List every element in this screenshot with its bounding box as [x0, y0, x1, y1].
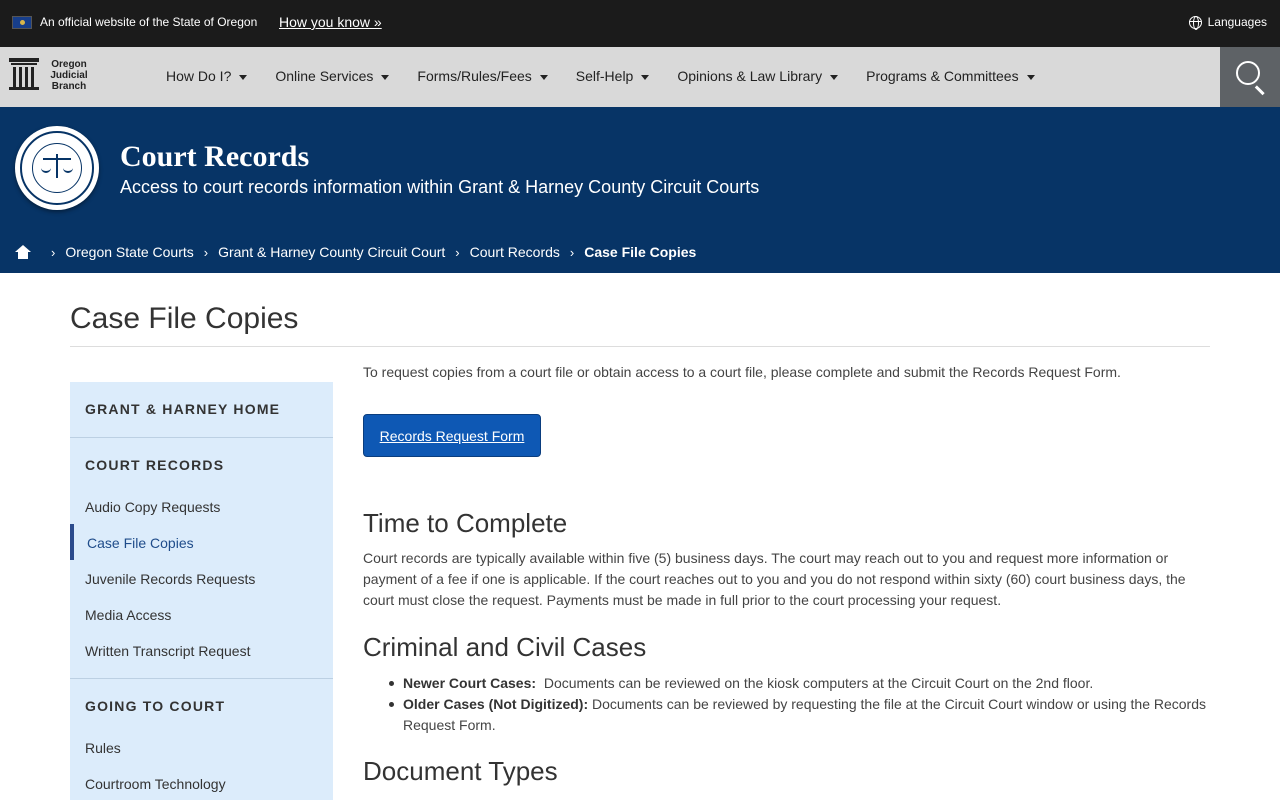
intro-text: To request copies from a court file or o…: [363, 364, 1121, 380]
scales-of-justice-icon: [41, 154, 73, 180]
divider: [70, 346, 1210, 347]
page-title: Case File Copies: [70, 302, 299, 335]
caret-down-icon: [239, 74, 248, 80]
nav-opinions-law-library[interactable]: Opinions & Law Library: [677, 68, 839, 84]
breadcrumb-court-records[interactable]: Court Records: [470, 244, 560, 260]
nav-programs-committees[interactable]: Programs & Committees: [866, 68, 1035, 84]
time-to-complete-text: Court records are typically available wi…: [363, 550, 1186, 608]
nav-self-help[interactable]: Self-Help: [576, 68, 650, 84]
breadcrumb: › Oregon State Courts › Grant & Harney C…: [15, 244, 696, 260]
sidebar-item-courtroom-technology[interactable]: Courtroom Technology: [85, 776, 226, 792]
sidebar-item-rules[interactable]: Rules: [85, 740, 121, 756]
nav-forms-rules-fees[interactable]: Forms/Rules/Fees: [417, 68, 548, 84]
logo-text: Oregon Judicial Branch: [50, 58, 88, 92]
oregon-flag-icon: [12, 16, 32, 29]
chevron-right-icon: ›: [203, 244, 209, 260]
chevron-right-icon: ›: [51, 244, 56, 260]
sidebar-item-case-file-copies[interactable]: Case File Copies: [87, 535, 194, 551]
records-request-form-button[interactable]: Records Request Form: [363, 414, 541, 457]
divider: [70, 437, 333, 438]
chevron-right-icon: ›: [569, 244, 575, 260]
languages-label: Languages: [1207, 15, 1267, 29]
caret-down-icon: [539, 74, 548, 80]
list-item: Older Cases (Not Digitized): Documents c…: [363, 694, 1213, 736]
sidebar-grant-harney-home[interactable]: GRANT & HARNEY HOME: [85, 401, 280, 417]
banner-title: Court Records: [120, 140, 310, 173]
divider: [70, 678, 333, 679]
heading-criminal-civil: Criminal and Civil Cases: [363, 632, 647, 662]
banner-subtitle: Access to court records information with…: [120, 177, 760, 197]
caret-down-icon: [641, 74, 650, 80]
heading-time-to-complete: Time to Complete: [363, 508, 568, 538]
heading-document-types: Document Types: [363, 756, 558, 786]
home-icon[interactable]: [15, 245, 31, 259]
page-header-banner: Court Records Access to court records in…: [0, 107, 1280, 273]
breadcrumb-oregon-state-courts[interactable]: Oregon State Courts: [65, 244, 193, 260]
how-you-know-link[interactable]: How you know »: [279, 14, 382, 30]
breadcrumb-grant-harney-court[interactable]: Grant & Harney County Circuit Court: [218, 244, 445, 260]
globe-icon: [1188, 15, 1202, 30]
nav-online-services[interactable]: Online Services: [275, 68, 390, 84]
chevron-right-icon: ›: [455, 244, 460, 260]
official-banner: An official website of the State of Oreg…: [0, 0, 1280, 47]
judicial-department-seal: [15, 126, 99, 210]
caret-down-icon: [1026, 74, 1035, 80]
main-navigation: Oregon Judicial Branch How Do I? Online …: [0, 47, 1280, 107]
caret-down-icon: [381, 74, 390, 80]
search-button[interactable]: [1220, 47, 1280, 107]
sidebar-heading-court-records[interactable]: COURT RECORDS: [85, 457, 224, 473]
sidebar-nav: GRANT & HARNEY HOME COURT RECORDS Audio …: [70, 382, 333, 800]
search-icon: [1236, 61, 1260, 85]
sidebar-item-media-access[interactable]: Media Access: [85, 607, 171, 623]
nav-how-do-i[interactable]: How Do I?: [166, 68, 248, 84]
caret-down-icon: [830, 74, 839, 80]
breadcrumb-current: Case File Copies: [584, 244, 697, 260]
sidebar-heading-going-to-court[interactable]: GOING TO COURT: [85, 698, 225, 714]
sidebar-item-audio-copy-requests[interactable]: Audio Copy Requests: [85, 499, 220, 515]
sidebar-item-juvenile-records[interactable]: Juvenile Records Requests: [85, 571, 255, 587]
official-text: An official website of the State of Oreg…: [40, 15, 258, 29]
list-item: Newer Court Cases: Documents can be revi…: [363, 673, 1213, 694]
courthouse-column-icon: [9, 58, 39, 92]
ojd-logo[interactable]: Oregon Judicial Branch: [9, 58, 93, 92]
sidebar-item-written-transcript[interactable]: Written Transcript Request: [85, 643, 250, 659]
cases-list: Newer Court Cases: Documents can be revi…: [363, 673, 1213, 736]
languages-button[interactable]: Languages: [1188, 15, 1267, 30]
active-indicator: [70, 524, 74, 560]
